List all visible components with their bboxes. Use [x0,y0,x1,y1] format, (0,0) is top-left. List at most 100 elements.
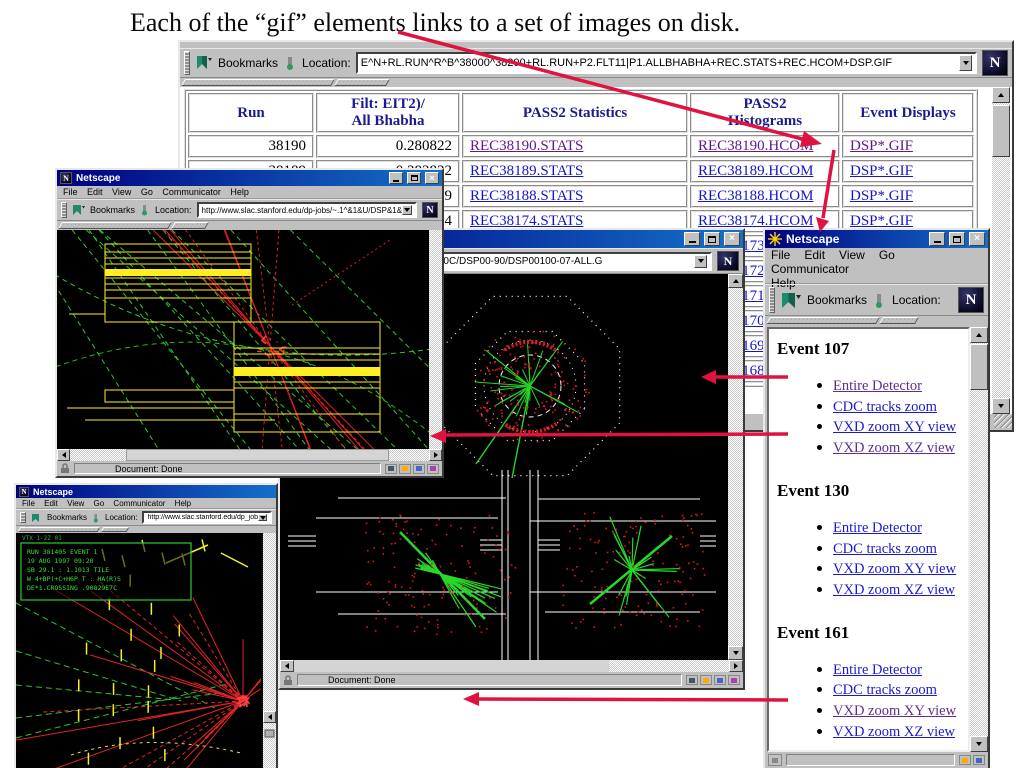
main-vscrollbar[interactable] [992,87,1010,414]
bookmarks-icon[interactable] [31,513,42,523]
menu-item[interactable]: Communicator [771,262,849,276]
event-link[interactable]: Entire Detector [833,378,922,394]
toolbar-grip[interactable] [20,512,26,523]
event-link[interactable]: Entire Detector [833,520,922,536]
event-link[interactable]: VXD zoom XY view [833,561,956,577]
scroll-thumb[interactable] [970,344,988,390]
netscape-logo[interactable]: N [958,287,984,313]
toolbar-grip[interactable] [184,51,190,75]
table-link[interactable]: REC38189.STATS [470,163,583,179]
scroll-down-button[interactable] [992,398,1010,414]
events-vscrollbar[interactable] [970,327,988,752]
events-titlebar[interactable]: Netscape × [765,230,988,248]
scroll-left-button[interactable] [263,711,276,723]
table-link[interactable]: REC38174.HCOM [698,213,813,229]
bookmarks-label[interactable]: Bookmarks [90,205,135,215]
bookmarks-label[interactable]: Bookmarks [218,56,278,70]
menu-item[interactable]: Edit [804,248,825,262]
hidscope-toolbar: Bookmarks Location: http://www.slac.stan… [57,199,442,221]
event-link[interactable]: VXD zoom XZ view [833,724,955,740]
bookmarks-icon[interactable] [780,291,802,310]
netscape-logo[interactable]: N [422,202,438,218]
table-link[interactable]: REC38189.HCOM [698,163,813,179]
table-link[interactable]: REC38188.HCOM [698,188,813,204]
menu-item[interactable]: View [839,248,865,262]
event-link[interactable]: CDC tracks zoom [833,682,937,698]
scroll-down-button[interactable] [970,736,988,752]
location-dropdown[interactable] [402,205,412,215]
close-button[interactable]: × [724,232,740,246]
tab-strip [180,78,1012,87]
status-icons[interactable] [686,675,740,685]
hidscope-titlebar[interactable]: N Netscape × [57,170,442,186]
center-hscrollbar[interactable] [280,660,743,672]
hidscope-vscrollbar[interactable] [429,230,442,449]
event-link[interactable]: CDC tracks zoom [833,541,937,557]
table-link[interactable]: DSP*.GIF [850,213,913,229]
event-link-item: VXD zoom XY view [817,701,968,722]
event-link[interactable]: CDC tracks zoom [833,399,937,415]
bookmarks-label[interactable]: Bookmarks [807,293,867,307]
event-link[interactable]: VXD zoom XZ view [833,440,955,456]
column-header: Event Displays [842,93,974,133]
list-vscrollbar[interactable] [263,533,276,768]
maximize-button[interactable] [407,172,421,184]
hidscope-hscrollbar[interactable] [57,449,442,461]
hidscope-menubar[interactable]: File Edit View Go Communicator Help [57,186,442,199]
netscape-mini-icon: N [60,172,72,184]
scroll-thumb[interactable] [992,105,1010,157]
scroll-up-button[interactable] [992,87,1010,103]
maximize-button[interactable] [704,232,720,246]
table-link[interactable]: DSP*.GIF [850,188,913,204]
status-text: Document: Done [115,464,183,474]
svg-text:VTX 1-2Z 01: VTX 1-2Z 01 [22,535,62,542]
table-link[interactable]: REC38190.HCOM [698,138,813,154]
table-link[interactable]: DSP*.GIF [850,163,913,179]
scroll-up-button[interactable] [970,327,988,343]
location-field[interactable]: http://www.slac.stanford.edu/dp_jobs/RUN… [142,511,272,524]
bookmarks-label[interactable]: Bookmarks [47,513,87,522]
resize-grip[interactable] [994,414,1012,428]
minimize-button[interactable] [684,232,700,246]
table-link[interactable]: REC38190.STATS [470,138,583,154]
events-statusbar [765,752,988,768]
event-link[interactable]: VXD zoom XY view [833,419,956,435]
toolbar-grip[interactable] [769,287,775,313]
security-icon [768,754,782,766]
window-title: Netscape [786,232,839,246]
list-titlebar[interactable]: N Netscape [16,485,276,498]
location-dropdown[interactable] [694,255,707,268]
netscape-logo[interactable]: N [982,50,1008,76]
center-vscrollbar[interactable] [728,274,743,660]
event-link[interactable]: VXD zoom XY view [833,703,956,719]
event-heading: Event 130 [777,481,968,501]
svg-text:19 AUG 1997 09:20: 19 AUG 1997 09:20 [27,557,94,565]
location-field[interactable]: E^N+RL.RUN^R^B^38000^38200+RL.RUN+P2.FLT… [356,52,977,74]
hidscope-canvas [57,230,429,449]
maximize-button[interactable] [949,232,965,246]
event-link[interactable]: Entire Detector [833,662,922,678]
event-link-item: CDC tracks zoom [817,539,968,560]
bookmarks-icon[interactable] [72,204,85,216]
close-button[interactable]: × [425,172,439,184]
close-button[interactable]: × [969,232,985,246]
menu-item[interactable]: File [771,248,790,262]
list-menubar[interactable]: File Edit View Go Communicator Help [16,498,276,509]
status-icons[interactable] [959,755,985,765]
status-icons[interactable] [385,464,439,474]
events-menubar[interactable]: FileEditViewGoCommunicatorHelp [765,248,988,284]
minimize-button[interactable] [929,232,945,246]
minimize-button[interactable] [389,172,403,184]
event-link[interactable]: VXD zoom XZ view [833,582,955,598]
list-toolbar: Bookmarks Location: http://www.slac.stan… [16,509,276,526]
menu-item[interactable]: Go [879,248,895,262]
table-link[interactable]: REC38188.STATS [470,188,583,204]
netscape-logo[interactable]: N [717,251,739,271]
table-link[interactable]: REC38174.STATS [470,213,583,229]
toolbar-grip[interactable] [61,202,67,218]
location-field[interactable]: http://www.slac.stanford.edu/dp-jobs/~.1… [197,202,417,218]
location-dropdown[interactable] [959,55,972,71]
bookmarks-icon[interactable] [195,55,213,71]
location-dropdown[interactable] [258,514,267,521]
table-link[interactable]: DSP*.GIF [850,138,913,154]
